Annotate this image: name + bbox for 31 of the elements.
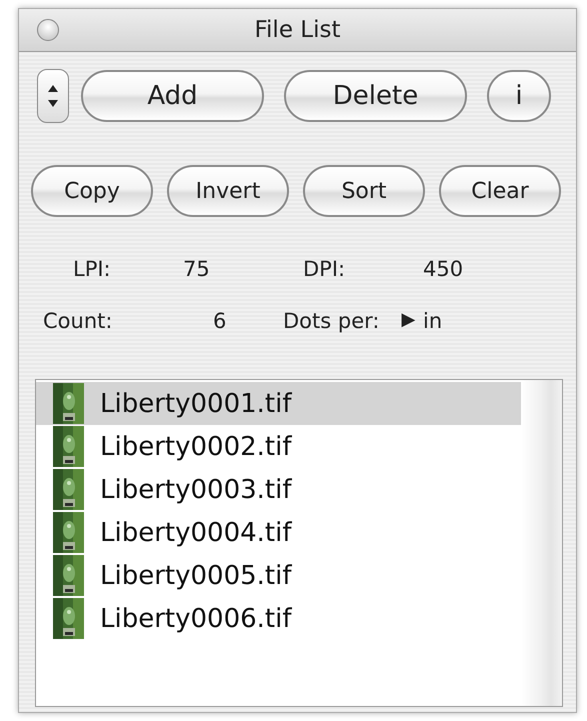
file-row[interactable]: Liberty0002.tif bbox=[36, 425, 521, 468]
file-row[interactable]: Liberty0005.tif bbox=[36, 554, 521, 597]
field-value: 450 bbox=[423, 257, 464, 281]
field-label: Dots per: bbox=[283, 309, 380, 333]
field-label: DPI: bbox=[302, 257, 346, 281]
field-value: in bbox=[423, 309, 444, 333]
close-button[interactable] bbox=[37, 19, 59, 41]
disclosure-triangle[interactable]: ▶ bbox=[401, 309, 416, 333]
file-name: Liberty0004.tif bbox=[100, 518, 292, 548]
info-button[interactable]: i bbox=[487, 70, 551, 122]
action-button[interactable]: Copy bbox=[31, 165, 153, 217]
file-row[interactable]: Liberty0006.tif bbox=[36, 597, 521, 640]
file-name: Liberty0006.tif bbox=[100, 604, 292, 634]
field-value: 6 bbox=[212, 309, 228, 333]
file-row[interactable]: Liberty0001.tif bbox=[36, 382, 521, 425]
file-row[interactable]: Liberty0003.tif bbox=[36, 468, 521, 511]
action-button[interactable]: Clear bbox=[439, 165, 561, 217]
field-value: 75 bbox=[183, 257, 211, 281]
window-title: File List bbox=[253, 17, 342, 43]
action-button[interactable]: Sort bbox=[303, 165, 425, 217]
field-label: LPI: bbox=[72, 257, 112, 281]
file-name: Liberty0005.tif bbox=[100, 560, 292, 590]
stepper[interactable] bbox=[37, 69, 69, 123]
file-name: Liberty0001.tif bbox=[100, 388, 292, 418]
action-button[interactable]: Invert bbox=[167, 165, 289, 217]
field-label: Count: bbox=[43, 309, 114, 333]
file-name: Liberty0002.tif bbox=[100, 432, 292, 462]
action-button[interactable]: Delete bbox=[284, 70, 467, 122]
action-button[interactable]: Add bbox=[81, 70, 264, 122]
file-row[interactable]: Liberty0004.tif bbox=[36, 511, 521, 554]
file-name: Liberty0003.tif bbox=[100, 474, 292, 504]
